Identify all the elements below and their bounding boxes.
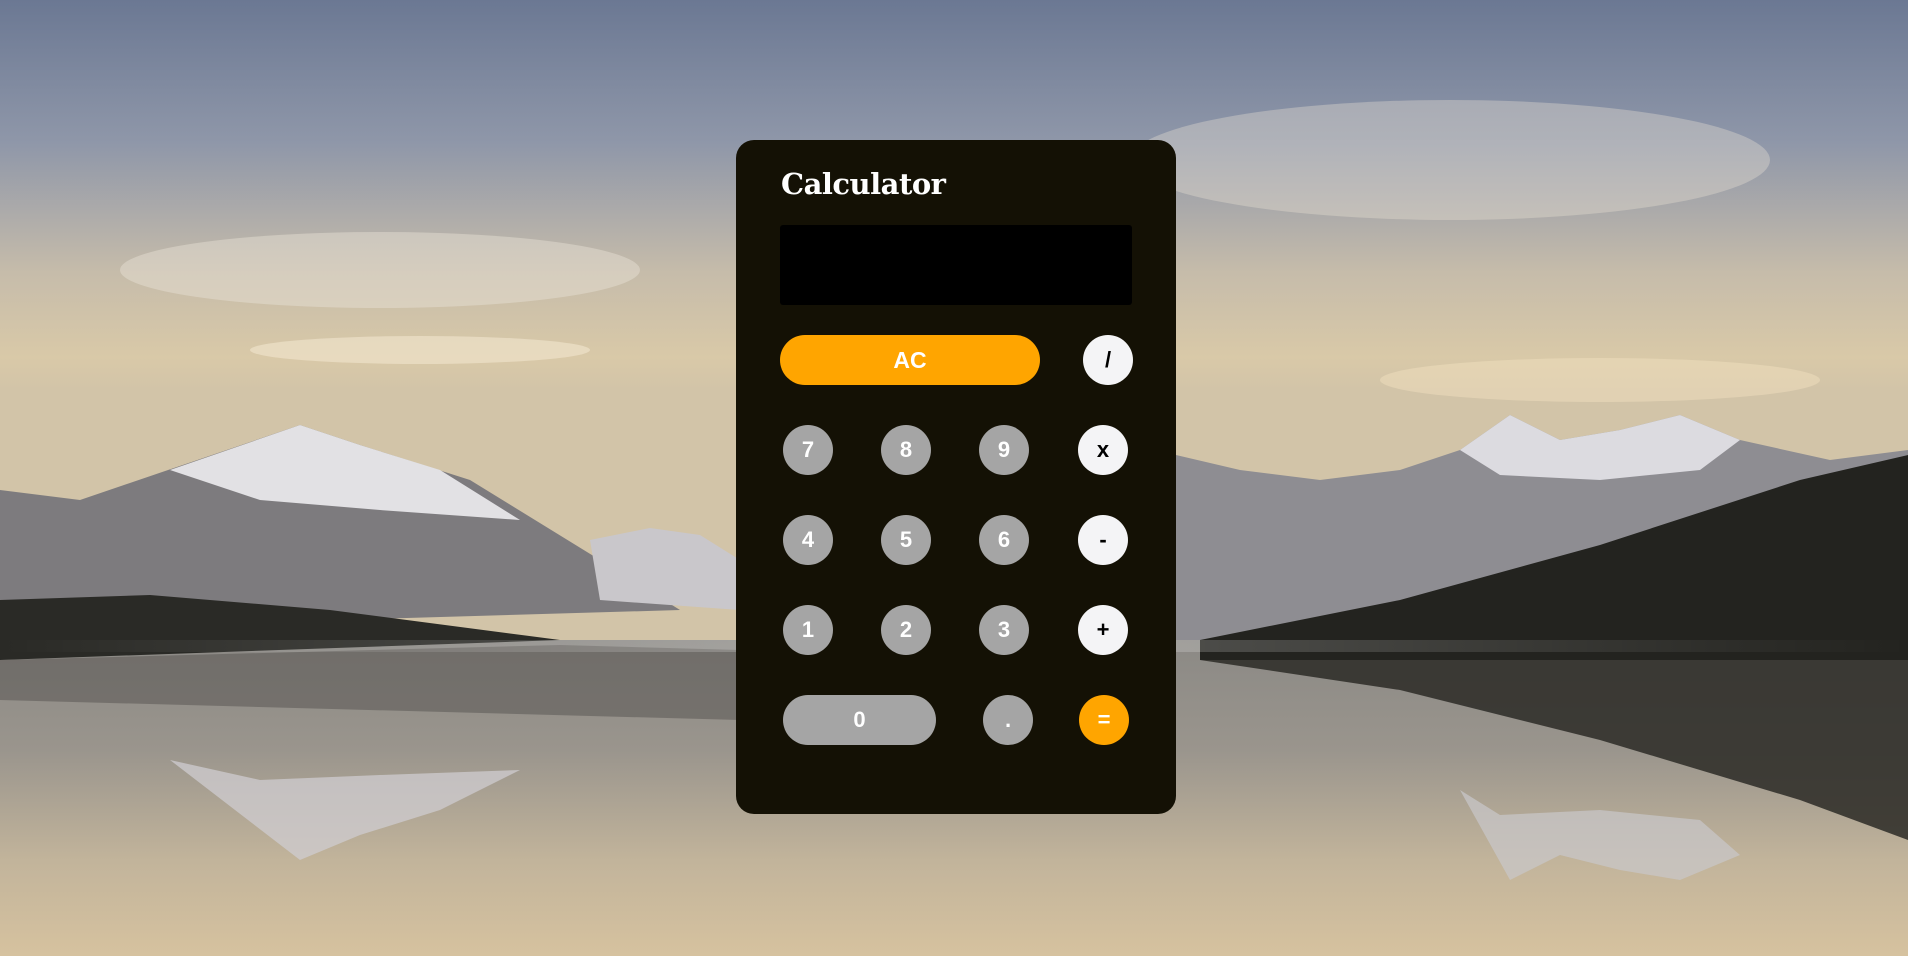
calculator-title: Calculator bbox=[781, 167, 946, 201]
digit-8-button[interactable]: 8 bbox=[881, 425, 931, 475]
divide-button[interactable]: / bbox=[1083, 335, 1133, 385]
add-button[interactable]: + bbox=[1078, 605, 1128, 655]
clear-button[interactable]: AC bbox=[780, 335, 1040, 385]
digit-3-button[interactable]: 3 bbox=[979, 605, 1029, 655]
digit-1-button[interactable]: 1 bbox=[783, 605, 833, 655]
calculator-panel: Calculator AC / 7 8 9 x 4 5 6 - 1 2 3 + … bbox=[736, 140, 1176, 814]
digit-7-button[interactable]: 7 bbox=[783, 425, 833, 475]
digit-2-button[interactable]: 2 bbox=[881, 605, 931, 655]
digit-9-button[interactable]: 9 bbox=[979, 425, 1029, 475]
subtract-button[interactable]: - bbox=[1078, 515, 1128, 565]
equals-button[interactable]: = bbox=[1079, 695, 1129, 745]
multiply-button[interactable]: x bbox=[1078, 425, 1128, 475]
digit-5-button[interactable]: 5 bbox=[881, 515, 931, 565]
digit-0-button[interactable]: 0 bbox=[783, 695, 936, 745]
decimal-button[interactable]: . bbox=[983, 695, 1033, 745]
digit-4-button[interactable]: 4 bbox=[783, 515, 833, 565]
digit-6-button[interactable]: 6 bbox=[979, 515, 1029, 565]
calculator-display[interactable] bbox=[780, 225, 1132, 305]
